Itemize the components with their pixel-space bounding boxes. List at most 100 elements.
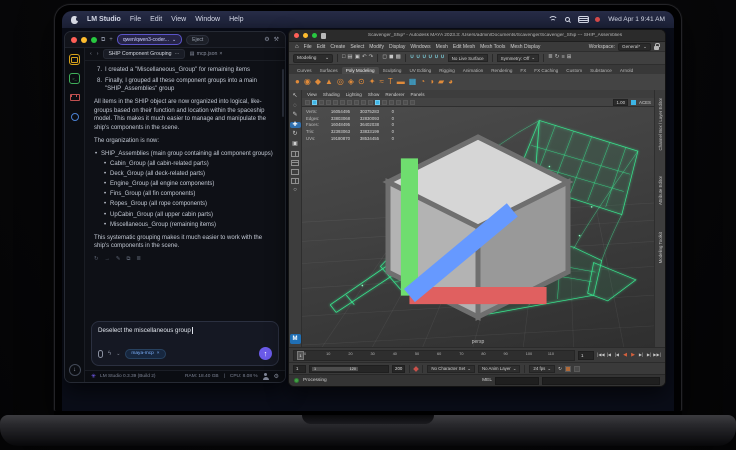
snap-icon[interactable]: ∪ (422, 55, 426, 61)
eject-model-button[interactable]: Eject (186, 35, 209, 45)
composer-input[interactable]: Deselect the miscellaneous group (98, 327, 191, 334)
minimize-window-button[interactable] (303, 33, 308, 38)
selection-mask-icon[interactable]: ◼ (389, 55, 394, 61)
maya-menu-item[interactable]: Create (330, 44, 345, 50)
viewport-toolbar-icon[interactable] (403, 100, 408, 105)
discover-section-icon[interactable] (69, 111, 80, 122)
anim-start-field[interactable]: 1 (293, 365, 306, 373)
menubar-item[interactable]: Edit (150, 16, 162, 23)
downloads-icon[interactable]: ↓ (69, 364, 81, 376)
viewport-3d[interactable]: Verts: 16054495 30375283 0 Edges: 338030… (302, 107, 654, 347)
maya-menu-item[interactable]: File (304, 44, 312, 50)
zoom-layout-icon[interactable]: ○ (290, 187, 301, 194)
menubar-item[interactable]: View (171, 16, 186, 23)
home-icon[interactable]: ⌂ (295, 44, 299, 50)
minimize-window-button[interactable] (81, 37, 87, 43)
panel-menu-item[interactable]: Panels (410, 92, 424, 97)
scale-tool-icon[interactable]: ▣ (290, 141, 301, 148)
menubar-clock[interactable]: Wed Apr 1 9:41 AM (608, 16, 665, 23)
nav-forward-icon[interactable]: › (97, 51, 99, 57)
shelf-icon[interactable]: ◕ (448, 78, 453, 86)
playback-button[interactable]: ▶ (629, 353, 637, 358)
selection-mask-icon[interactable]: ◻ (382, 55, 387, 61)
menubar-item[interactable]: Window (195, 16, 220, 23)
playback-button[interactable]: ▶| (637, 353, 645, 358)
panel-toggle-icon[interactable]: ⧉ (101, 37, 105, 43)
shelf-icon[interactable]: T (388, 78, 393, 86)
workspace-selector[interactable]: General* ⌄ (618, 43, 651, 51)
maya-menu-item[interactable]: Mesh (436, 44, 448, 50)
shelf-tab[interactable]: Surfaces (316, 67, 342, 74)
menubar-app-name[interactable]: LM Studio (87, 16, 121, 23)
sidebar-vertical-tab[interactable]: Attribute Editor (658, 176, 663, 205)
zoom-window-button[interactable] (91, 37, 97, 43)
chevron-down-icon[interactable]: ⌄ (116, 351, 120, 357)
message-action-icon[interactable]: ↻ (94, 256, 99, 264)
scrollbar-thumb[interactable] (282, 69, 284, 117)
viewport-toolbar-icon[interactable] (368, 100, 373, 105)
shelf-tab[interactable]: FX Caching (530, 67, 562, 74)
move-tool-icon[interactable]: ✚ (290, 122, 301, 129)
fps-selector[interactable]: 24 fps ⌄ (529, 365, 555, 373)
sidebar-vertical-tab[interactable]: Channel Box / Layer Editor (658, 98, 663, 150)
shelf-icon[interactable]: ● (295, 78, 300, 86)
shelf-icon[interactable]: ◈ (348, 78, 354, 86)
viewport-toolbar-icon[interactable] (340, 100, 345, 105)
viewport-toolbar-icon[interactable] (305, 100, 310, 105)
sidebar-vertical-tab[interactable]: Modeling Toolkit (658, 232, 663, 263)
chat-section-icon[interactable] (69, 54, 80, 65)
panel-menu-item[interactable]: Renderer (385, 92, 404, 97)
message-action-icon[interactable]: ⧉ (126, 256, 130, 264)
viewport-toolbar-icon[interactable] (333, 100, 338, 105)
shelf-icon[interactable]: ⊙ (358, 78, 365, 86)
shelf-icon[interactable]: ◆ (315, 78, 321, 86)
panel-menu-item[interactable]: Lighting (346, 92, 362, 97)
shelf-tab[interactable]: Substance (586, 67, 616, 74)
sidebar-toggle-icon[interactable]: ≣ (548, 55, 553, 61)
exposure-field[interactable]: 1.00 (613, 99, 628, 106)
my-models-section-icon[interactable] (69, 92, 80, 103)
set-key-icon[interactable] (413, 366, 419, 372)
nav-back-icon[interactable]: ‹ (90, 51, 92, 57)
current-frame-field[interactable]: 1 (578, 351, 594, 360)
viewport-toolbar-icon[interactable] (326, 100, 331, 105)
message-action-icon[interactable]: ✎ (116, 256, 121, 264)
toolbar-icon[interactable]: ▣ (355, 55, 360, 61)
viewport-toolbar-icon[interactable] (312, 100, 317, 105)
selection-mask-icon[interactable]: ▩ (396, 55, 401, 61)
shelf-tab[interactable]: Curves (293, 67, 316, 74)
settings-gear-icon[interactable]: ⚙ (264, 37, 269, 43)
rotate-tool-icon[interactable]: ↻ (290, 131, 301, 138)
current-frame-marker[interactable]: 1 (297, 351, 304, 360)
toolbar-icon[interactable]: ↷ (369, 55, 374, 61)
send-button[interactable]: ↑ (259, 347, 272, 360)
shelf-icon[interactable]: ▦ (409, 78, 417, 86)
colorspace-label[interactable]: ACES (639, 100, 651, 105)
tab-mcp-json[interactable]: ▤ mcp.json × (190, 51, 223, 57)
toolbar-icon[interactable]: ↶ (362, 55, 367, 61)
sidebar-toggle-icon[interactable]: ↻ (555, 55, 560, 61)
maya-menu-item[interactable]: Edit (317, 44, 326, 50)
layout-split-icon[interactable] (291, 160, 299, 166)
viewport-toolbar-icon[interactable] (396, 100, 401, 105)
tools-icon[interactable]: ⚒ (274, 37, 279, 43)
viewport-toolbar-icon[interactable] (382, 100, 387, 105)
shelf-tab[interactable]: Animation (459, 67, 487, 74)
maya-menu-item[interactable]: Edit Mesh (453, 44, 475, 50)
playback-button[interactable]: ◀ (621, 353, 629, 358)
shelf-icon[interactable]: ◑ (429, 78, 434, 86)
live-surface-indicator[interactable]: No Live Surface (448, 54, 488, 62)
new-chat-button[interactable]: + (109, 37, 113, 43)
shelf-icon[interactable]: ▲ (325, 78, 333, 86)
symmetry-selector[interactable]: Symmetry: Off ⌄ (497, 54, 539, 62)
developer-section-icon[interactable]: >_ (69, 73, 80, 84)
wifi-icon[interactable] (547, 16, 557, 23)
toolbar-icon[interactable]: ▤ (347, 55, 352, 61)
maya-menu-item[interactable]: Select (350, 44, 364, 50)
control-center-icon[interactable] (578, 16, 587, 23)
toolbar-icon[interactable]: □ (342, 55, 345, 61)
mcp-plugin-icon[interactable]: ϟ (108, 351, 111, 357)
chat-message-area[interactable]: 7. I created a "Miscellaneous_Group" for… (85, 61, 285, 318)
record-status-icon[interactable] (595, 17, 600, 22)
menu-set-selector[interactable]: Modeling ⌄ (293, 54, 333, 63)
